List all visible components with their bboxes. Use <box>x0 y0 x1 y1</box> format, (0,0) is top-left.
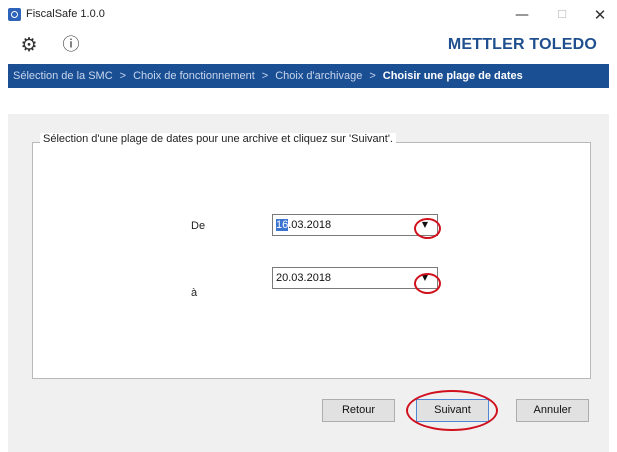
highlight-circle <box>414 218 441 239</box>
to-date-picker[interactable]: 20.03.2018 ▼ <box>272 267 438 289</box>
fiscalsafe-window: FiscalSafe 1.0.0 — ☐ ✕ ⚙ ⓘ METTLER TOLED… <box>0 0 617 452</box>
to-date-value: 20.03.2018 <box>276 272 332 284</box>
breadcrumb-separator: > <box>369 70 376 82</box>
cancel-button[interactable]: Annuler <box>516 399 589 422</box>
highlight-circle <box>406 390 498 431</box>
minimize-button[interactable]: — <box>507 4 537 26</box>
from-date-picker[interactable]: 16.03.2018 ▼ <box>272 214 438 236</box>
breadcrumb-item-smc: Sélection de la SMC <box>13 70 113 82</box>
brand-logo: METTLER TOLEDO <box>447 36 597 53</box>
from-date-day-selected: 16 <box>276 219 289 231</box>
breadcrumb-separator: > <box>119 70 127 82</box>
gear-icon[interactable]: ⚙ <box>18 34 40 56</box>
breadcrumb-separator: > <box>261 70 269 82</box>
title-bar: FiscalSafe 1.0.0 — ☐ ✕ <box>0 0 617 30</box>
info-icon[interactable]: ⓘ <box>60 34 82 56</box>
breadcrumb-item-archive: Choix d'archivage <box>275 70 363 82</box>
breadcrumb-item-mode: Choix de fonctionnement <box>133 70 255 82</box>
maximize-button[interactable]: ☐ <box>547 4 577 26</box>
app-icon <box>8 8 21 21</box>
from-date-label: De <box>191 220 206 232</box>
breadcrumb: Sélection de la SMC > Choix de fonctionnem… <box>8 64 609 88</box>
to-date-label: à <box>191 287 198 299</box>
back-button[interactable]: Retour <box>322 399 395 422</box>
toolbar: ⚙ ⓘ METTLER TOLEDO <box>0 30 617 60</box>
close-button[interactable]: ✕ <box>585 4 615 26</box>
group-legend: Sélection d'une plage de dates pour une … <box>40 133 396 145</box>
highlight-circle <box>414 273 441 294</box>
from-date-value: 16.03.2018 <box>276 219 331 231</box>
window-title: FiscalSafe 1.0.0 <box>26 8 105 20</box>
from-date-month-year: .03.2018 <box>288 219 332 231</box>
date-range-group <box>32 142 591 379</box>
breadcrumb-item-date-range: Choisir une plage de dates <box>382 70 523 82</box>
